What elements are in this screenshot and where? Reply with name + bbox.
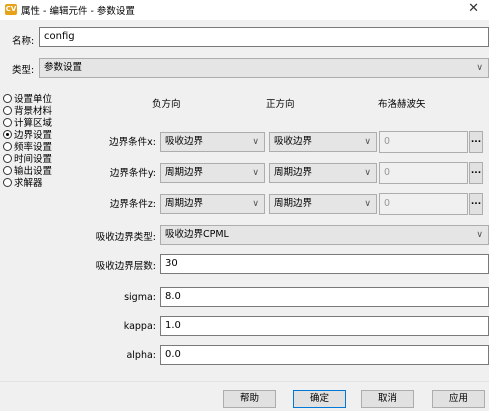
name-label: 名称: xyxy=(12,36,35,47)
sigma-label: sigma: xyxy=(124,292,156,303)
radio-icon xyxy=(3,154,12,163)
type-select-value: 参数设置 xyxy=(44,62,83,73)
chevron-down-icon: ∨ xyxy=(252,199,259,209)
radio-icon xyxy=(3,94,12,103)
window-title: 属性 - 编辑元件 - 参数设置 xyxy=(21,6,135,17)
type-label: 类型: xyxy=(12,65,35,76)
nav-item-time[interactable]: 时间设置 xyxy=(3,151,52,165)
chevron-down-icon: ∨ xyxy=(252,137,259,147)
footer-divider xyxy=(0,381,489,382)
boundary-z-bloch-ellipsis-button[interactable]: ... xyxy=(469,193,483,215)
sigma-input[interactable]: 8.0 xyxy=(160,287,489,307)
cancel-button[interactable]: 取消 xyxy=(361,390,414,408)
boundary-z-label: 边界条件z: xyxy=(109,199,156,210)
name-input[interactable]: config xyxy=(39,27,489,47)
nav-item-units[interactable]: 设置单位 xyxy=(3,91,52,105)
kappa-input[interactable]: 1.0 xyxy=(160,316,489,336)
select-value: 周期边界 xyxy=(274,167,313,178)
boundary-x-bloch-input[interactable]: 0 xyxy=(379,131,468,153)
column-header-bloch: 布洛赫波矢 xyxy=(378,99,426,110)
radio-icon xyxy=(3,118,12,127)
absorb-type-select[interactable]: 吸收边界CPML ∨ xyxy=(160,225,489,245)
boundary-y-label: 边界条件y: xyxy=(109,168,156,179)
absorb-type-label: 吸收边界类型: xyxy=(95,232,156,243)
boundary-x-negative-select[interactable]: 吸收边界 ∨ xyxy=(160,132,265,152)
absorb-layers-input[interactable]: 30 xyxy=(160,254,489,274)
nav-item-background-material[interactable]: 背景材料 xyxy=(3,103,52,117)
boundary-y-negative-select[interactable]: 周期边界 ∨ xyxy=(160,163,265,183)
chevron-down-icon: ∨ xyxy=(476,63,483,73)
chevron-down-icon: ∨ xyxy=(364,137,371,147)
select-value: 吸收边界 xyxy=(274,136,313,147)
boundary-x-label: 边界条件x: xyxy=(109,137,156,148)
apply-button[interactable]: 应用 xyxy=(432,390,485,408)
nav-item-solver[interactable]: 求解器 xyxy=(3,175,43,189)
select-value: 周期边界 xyxy=(165,167,204,178)
boundary-x-positive-select[interactable]: 吸收边界 ∨ xyxy=(269,132,377,152)
ok-button[interactable]: 确定 xyxy=(293,390,346,408)
close-icon[interactable]: ✕ xyxy=(468,1,479,16)
chevron-down-icon: ∨ xyxy=(364,168,371,178)
app-icon: CV xyxy=(5,4,17,15)
select-value: 周期边界 xyxy=(274,198,313,209)
select-value: 吸收边界 xyxy=(165,136,204,147)
boundary-z-negative-select[interactable]: 周期边界 ∨ xyxy=(160,194,265,214)
nav-item-compute-region[interactable]: 计算区域 xyxy=(3,115,52,129)
title-bar: CV 属性 - 编辑元件 - 参数设置 ✕ xyxy=(0,0,489,20)
nav-item-boundary[interactable]: 边界设置 xyxy=(3,127,52,141)
nav-item-output[interactable]: 输出设置 xyxy=(3,163,52,177)
alpha-input[interactable]: 0.0 xyxy=(160,345,489,365)
select-value: 周期边界 xyxy=(165,198,204,209)
boundary-z-positive-select[interactable]: 周期边界 ∨ xyxy=(269,194,377,214)
radio-icon xyxy=(3,142,12,151)
nav-item-frequency[interactable]: 频率设置 xyxy=(3,139,52,153)
select-value: 吸收边界CPML xyxy=(165,229,229,240)
boundary-y-bloch-ellipsis-button[interactable]: ... xyxy=(469,162,483,184)
chevron-down-icon: ∨ xyxy=(476,230,483,240)
boundary-z-bloch-input[interactable]: 0 xyxy=(379,193,468,215)
boundary-x-bloch-ellipsis-button[interactable]: ... xyxy=(469,131,483,153)
kappa-label: kappa: xyxy=(123,321,156,332)
boundary-y-positive-select[interactable]: 周期边界 ∨ xyxy=(269,163,377,183)
column-header-negative: 负方向 xyxy=(152,99,181,110)
radio-selected-icon xyxy=(3,130,12,139)
radio-icon xyxy=(3,166,12,175)
type-select[interactable]: 参数设置 ∨ xyxy=(39,58,489,78)
chevron-down-icon: ∨ xyxy=(252,168,259,178)
chevron-down-icon: ∨ xyxy=(364,199,371,209)
alpha-label: alpha: xyxy=(126,350,156,361)
nav-item-label: 求解器 xyxy=(14,178,43,189)
column-header-positive: 正方向 xyxy=(266,99,295,110)
help-button[interactable]: 帮助 xyxy=(223,390,276,408)
radio-icon xyxy=(3,178,12,187)
radio-icon xyxy=(3,106,12,115)
boundary-y-bloch-input[interactable]: 0 xyxy=(379,162,468,184)
absorb-layers-label: 吸收边界层数: xyxy=(95,261,156,272)
